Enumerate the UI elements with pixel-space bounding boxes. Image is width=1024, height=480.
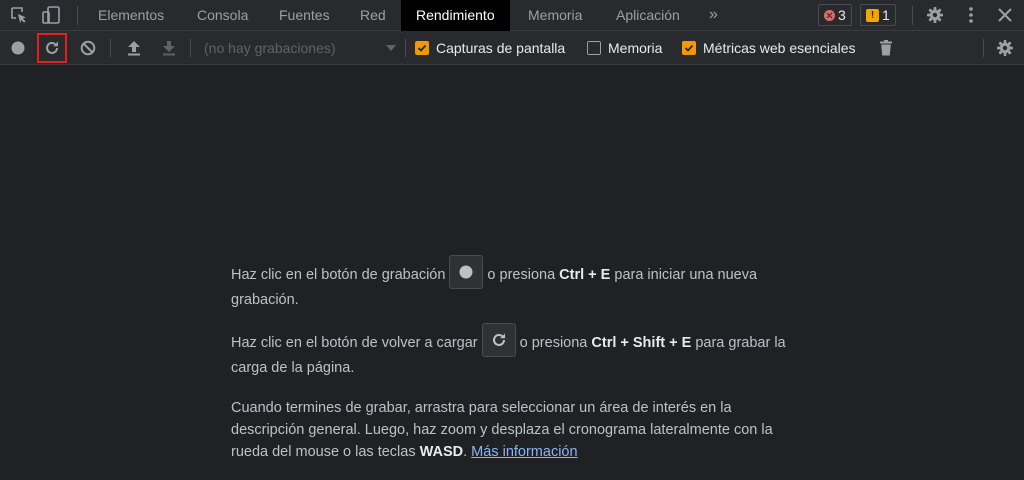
reload-instructions-text: Haz clic en el botón de volver a cargar bbox=[231, 334, 478, 351]
separator bbox=[190, 39, 191, 57]
more-tabs-button[interactable]: » bbox=[709, 0, 718, 30]
warning-counter[interactable]: ! 1 bbox=[860, 4, 896, 26]
navigation-keys: WASD bbox=[419, 444, 464, 460]
record-icon bbox=[11, 41, 25, 55]
close-icon[interactable] bbox=[992, 0, 1018, 30]
highlight-box bbox=[37, 33, 67, 63]
record-instructions-text: Haz clic en el botón de grabación bbox=[231, 266, 446, 283]
checkbox-checked-icon bbox=[415, 41, 429, 55]
inline-reload-button[interactable] bbox=[481, 323, 516, 357]
inspect-element-icon[interactable] bbox=[6, 0, 32, 30]
checkbox-unchecked-icon bbox=[587, 41, 601, 55]
tab-fuentes[interactable]: Fuentes bbox=[279, 0, 330, 31]
chevron-down-icon bbox=[386, 45, 396, 51]
download-icon bbox=[163, 41, 175, 56]
upload-icon bbox=[128, 41, 140, 56]
error-count: 3 bbox=[838, 7, 846, 23]
separator bbox=[77, 6, 78, 25]
settings-icon bbox=[997, 40, 1013, 56]
warning-count: 1 bbox=[882, 7, 890, 23]
error-counter[interactable]: 3 bbox=[818, 4, 852, 26]
performance-toolbar: (no hay grabaciones) Capturas de pantall… bbox=[0, 31, 1024, 65]
tab-memoria[interactable]: Memoria bbox=[528, 0, 582, 31]
record-instructions-text: o presiona bbox=[487, 266, 556, 283]
trash-icon bbox=[880, 40, 892, 56]
performance-landing-page: Haz clic en el botón de grabación o presi… bbox=[231, 255, 791, 480]
record-button[interactable] bbox=[4, 34, 32, 62]
tab-aplicacion[interactable]: Aplicación bbox=[616, 0, 680, 31]
load-profile-button[interactable] bbox=[120, 34, 148, 62]
error-icon bbox=[824, 9, 835, 21]
clear-icon bbox=[80, 40, 96, 56]
separator bbox=[912, 6, 913, 25]
screenshots-checkbox[interactable]: Capturas de pantalla bbox=[415, 31, 565, 65]
settings-icon[interactable] bbox=[922, 0, 948, 30]
capture-settings-button[interactable] bbox=[991, 34, 1019, 62]
memory-checkbox[interactable]: Memoria bbox=[587, 31, 662, 65]
separator bbox=[110, 39, 111, 57]
separator bbox=[983, 39, 984, 57]
tab-red[interactable]: Red bbox=[360, 0, 386, 31]
recordings-dropdown[interactable]: (no hay grabaciones) bbox=[204, 31, 400, 65]
record-instructions: Haz clic en el botón de grabación o presi… bbox=[231, 255, 791, 311]
collect-garbage-button[interactable] bbox=[872, 34, 900, 62]
warning-icon: ! bbox=[866, 8, 879, 22]
separator bbox=[405, 39, 406, 57]
checkbox-checked-icon bbox=[682, 41, 696, 55]
screenshots-label: Capturas de pantalla bbox=[436, 40, 566, 56]
memory-label: Memoria bbox=[608, 40, 663, 56]
tab-consola[interactable]: Consola bbox=[197, 0, 248, 31]
clear-button[interactable] bbox=[74, 34, 102, 62]
reload-instructions: Haz clic en el botón de volver a cargar o… bbox=[231, 323, 791, 379]
tab-elementos[interactable]: Elementos bbox=[98, 0, 164, 31]
web-vitals-checkbox[interactable]: Métricas web esenciales bbox=[682, 31, 856, 65]
reload-shortcut: Ctrl + Shift + E bbox=[591, 334, 692, 351]
devtools-tab-bar: Elementos Consola Fuentes Red Rendimient… bbox=[0, 0, 1024, 31]
reload-instructions-text: o presiona bbox=[519, 334, 588, 351]
learn-more-link[interactable]: Más información bbox=[471, 444, 577, 460]
tab-rendimiento[interactable]: Rendimiento bbox=[401, 0, 510, 31]
record-shortcut: Ctrl + E bbox=[559, 266, 611, 283]
save-profile-button[interactable] bbox=[155, 34, 183, 62]
web-vitals-label: Métricas web esenciales bbox=[703, 40, 856, 56]
record-icon bbox=[459, 265, 473, 279]
navigation-sep: . bbox=[463, 444, 468, 460]
device-toolbar-icon[interactable] bbox=[37, 0, 65, 30]
navigation-instructions: Cuando termines de grabar, arrastra para… bbox=[231, 397, 791, 463]
reload-icon bbox=[492, 333, 505, 346]
recordings-dropdown-value: (no hay grabaciones) bbox=[204, 40, 336, 56]
more-vertical-icon[interactable] bbox=[958, 0, 984, 30]
inline-record-button[interactable] bbox=[449, 255, 484, 289]
